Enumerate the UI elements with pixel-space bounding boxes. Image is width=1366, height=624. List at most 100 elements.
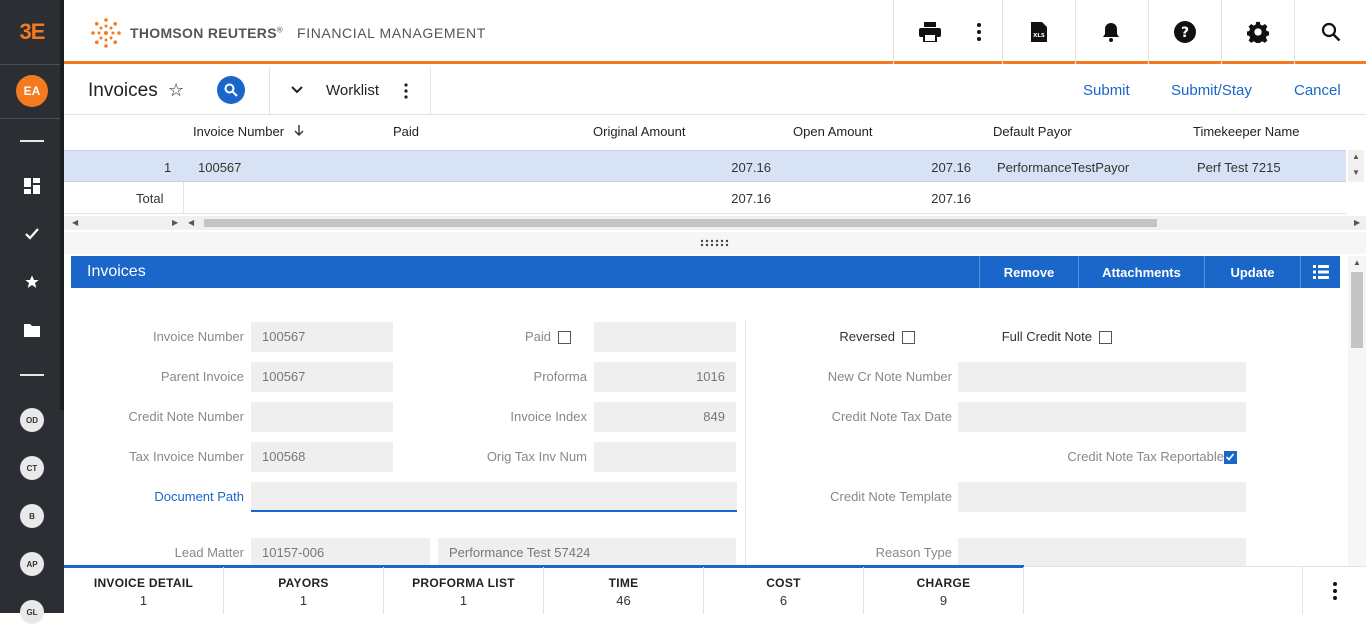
- column-header-open-amount[interactable]: Open Amount: [793, 124, 873, 139]
- tab-charge[interactable]: CHARGE 9: [864, 567, 1024, 614]
- column-header-original-amount[interactable]: Original Amount: [593, 124, 686, 139]
- shortcut-od[interactable]: OD: [20, 408, 44, 432]
- tab-invoice-detail[interactable]: INVOICE DETAIL 1: [64, 567, 224, 614]
- cell-timekeeper-name[interactable]: Perf Test 7215: [1197, 160, 1281, 175]
- remove-button[interactable]: Remove: [979, 256, 1078, 288]
- xls-icon[interactable]: XLS: [1022, 0, 1056, 64]
- dashboard-icon[interactable]: [20, 174, 44, 198]
- gear-icon[interactable]: [1241, 0, 1275, 64]
- list-view-icon[interactable]: [1300, 256, 1340, 288]
- credit-note-tax-reportable-label: Credit Note Tax Reportable: [1067, 449, 1224, 464]
- print-icon[interactable]: [914, 0, 946, 64]
- header-divider: [1075, 0, 1076, 64]
- full-credit-note-checkbox[interactable]: [1099, 331, 1112, 344]
- new-cr-note-number-label: New Cr Note Number: [827, 369, 952, 384]
- document-path-field[interactable]: [251, 482, 737, 512]
- folder-icon[interactable]: [20, 318, 44, 342]
- scrollbar-thumb[interactable]: [204, 219, 1157, 227]
- new-cr-note-number-field[interactable]: [958, 362, 1246, 392]
- parent-invoice-field[interactable]: 100567: [251, 362, 393, 392]
- worklist-dropdown[interactable]: Worklist: [326, 82, 379, 99]
- scroll-left-arrow-icon[interactable]: ◀: [188, 218, 194, 227]
- scroll-right-arrow-icon[interactable]: ▶: [1354, 218, 1360, 227]
- chevron-down-icon[interactable]: [290, 81, 304, 102]
- tasks-check-icon[interactable]: [20, 222, 44, 246]
- drag-handle-icon[interactable]: [64, 232, 1366, 254]
- tab-label: PROFORMA LIST: [412, 576, 515, 590]
- kebab-icon[interactable]: [964, 0, 994, 64]
- form-vertical-scrollbar[interactable]: ▲: [1348, 256, 1366, 566]
- tab-cost[interactable]: COST 6: [704, 567, 864, 614]
- cell-original-amount[interactable]: 207.16: [694, 160, 771, 175]
- sort-down-icon[interactable]: [294, 125, 304, 140]
- invoice-number-label: Invoice Number: [152, 329, 244, 344]
- tab-proforma-list[interactable]: PROFORMA LIST 1: [384, 567, 544, 614]
- column-header-paid[interactable]: Paid: [393, 124, 419, 139]
- scroll-left-arrow-icon[interactable]: ◀: [72, 218, 78, 227]
- proforma-label: Proforma: [533, 369, 587, 384]
- reversed-checkbox[interactable]: [902, 331, 915, 344]
- update-button[interactable]: Update: [1204, 256, 1300, 288]
- table-row[interactable]: 1 100567 207.16 207.16 PerformanceTestPa…: [64, 150, 1346, 182]
- svg-text:?: ?: [1181, 25, 1189, 41]
- thomson-reuters-logo-icon: [91, 18, 121, 48]
- shortcut-ct[interactable]: CT: [20, 456, 44, 480]
- invoice-index-field[interactable]: 849: [594, 402, 736, 432]
- search-icon[interactable]: [1314, 0, 1348, 64]
- paid-label: Paid: [524, 329, 551, 344]
- frozen-column-divider: [183, 182, 184, 214]
- scroll-right-arrow-icon[interactable]: ▶: [172, 218, 178, 227]
- reason-type-field[interactable]: [958, 538, 1246, 568]
- app-logo[interactable]: 3E: [0, 0, 64, 64]
- bell-icon[interactable]: [1094, 0, 1128, 64]
- credit-note-tax-date-field[interactable]: [958, 402, 1246, 432]
- paid-field[interactable]: [594, 322, 736, 352]
- cell-open-amount[interactable]: 207.16: [894, 160, 971, 175]
- shortcut-ap[interactable]: AP: [20, 552, 44, 576]
- submit-stay-button[interactable]: Submit/Stay: [1171, 82, 1252, 99]
- total-row: Total 207.16 207.16: [64, 182, 1346, 214]
- frozen-horizontal-scrollbar[interactable]: ◀ ▶: [64, 216, 184, 230]
- cancel-button[interactable]: Cancel: [1294, 82, 1341, 99]
- tab-time[interactable]: TIME 46: [544, 567, 704, 614]
- worklist-kebab-icon[interactable]: [404, 81, 408, 102]
- more-tabs-kebab-icon[interactable]: [1302, 567, 1366, 614]
- scrollbar-thumb[interactable]: [1351, 272, 1363, 348]
- grid-vertical-scrollbar[interactable]: ▲ ▼: [1348, 150, 1364, 182]
- document-path-label[interactable]: Document Path: [71, 489, 244, 504]
- credit-note-number-field[interactable]: [251, 402, 393, 432]
- shortcut-b[interactable]: B: [20, 504, 44, 528]
- cell-invoice-number[interactable]: 100567: [198, 160, 241, 175]
- scroll-up-arrow-icon[interactable]: ▲: [1353, 258, 1361, 267]
- tab-count: 6: [779, 593, 788, 608]
- scroll-up-arrow-icon[interactable]: ▲: [1352, 152, 1360, 161]
- page-search-button[interactable]: [217, 76, 245, 104]
- svg-text:XLS: XLS: [1033, 33, 1045, 39]
- reversed-label: Reversed: [839, 329, 895, 344]
- submit-button[interactable]: Submit: [1083, 82, 1130, 99]
- paid-checkbox[interactable]: [558, 331, 571, 344]
- tab-payors[interactable]: PAYORS 1: [224, 567, 384, 614]
- attachments-button[interactable]: Attachments: [1078, 256, 1204, 288]
- header-divider: [1148, 0, 1149, 64]
- column-header-default-payor[interactable]: Default Payor: [993, 124, 1072, 139]
- column-header-timekeeper-name[interactable]: Timekeeper Name: [1193, 124, 1299, 139]
- column-header-invoice-number[interactable]: Invoice Number: [193, 124, 304, 140]
- favorites-star-icon[interactable]: [20, 270, 44, 294]
- avatar[interactable]: EA: [16, 75, 48, 107]
- star-icon[interactable]: ☆: [168, 80, 184, 101]
- grid-horizontal-scrollbar[interactable]: ◀ ▶: [184, 216, 1366, 230]
- header-divider: [1002, 0, 1003, 64]
- proforma-field[interactable]: 1016: [594, 362, 736, 392]
- shortcut-gl[interactable]: GL: [20, 600, 44, 624]
- credit-note-template-field[interactable]: [958, 482, 1246, 512]
- scroll-down-arrow-icon[interactable]: ▼: [1352, 168, 1360, 177]
- orig-tax-inv-num-field[interactable]: [594, 442, 736, 472]
- lead-matter-field[interactable]: 10157-006: [251, 538, 430, 568]
- credit-note-tax-reportable-checkbox[interactable]: [1224, 451, 1237, 464]
- invoice-number-field[interactable]: 100567: [251, 322, 393, 352]
- tax-invoice-number-field[interactable]: 100568: [251, 442, 393, 472]
- page-title: Invoices: [88, 80, 158, 101]
- help-icon[interactable]: ?: [1168, 0, 1202, 64]
- cell-default-payor[interactable]: PerformanceTestPayor: [997, 160, 1129, 175]
